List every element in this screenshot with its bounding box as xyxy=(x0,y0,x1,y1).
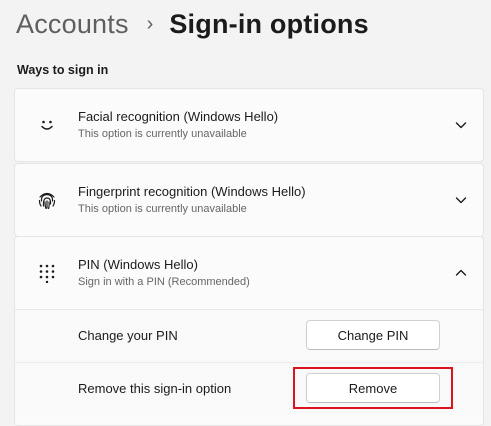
pin-settings-panel: Change your PIN Change PIN Remove this s… xyxy=(15,309,483,415)
sign-in-option-fingerprint-header[interactable]: Fingerprint recognition (Windows Hello) … xyxy=(15,164,483,236)
change-pin-button[interactable]: Change PIN xyxy=(306,320,440,350)
breadcrumb: Accounts › Sign-in options xyxy=(16,4,369,44)
change-pin-label: Change your PIN xyxy=(78,328,178,343)
smiley-face-icon xyxy=(35,113,59,137)
chevron-down-icon[interactable] xyxy=(453,192,469,208)
breadcrumb-parent-accounts[interactable]: Accounts xyxy=(16,9,129,40)
option-subtitle: This option is currently unavailable xyxy=(78,203,247,215)
change-pin-row: Change your PIN Change PIN xyxy=(15,310,483,363)
fingerprint-icon xyxy=(35,188,59,212)
option-title: Fingerprint recognition (Windows Hello) xyxy=(78,184,306,199)
option-title: Facial recognition (Windows Hello) xyxy=(78,109,279,124)
sign-in-option-pin-header[interactable]: PIN (Windows Hello) Sign in with a PIN (… xyxy=(15,237,483,309)
breadcrumb-separator-icon: › xyxy=(146,12,154,35)
pin-keypad-icon xyxy=(35,261,59,285)
remove-pin-label: Remove this sign-in option xyxy=(78,381,232,396)
chevron-down-icon[interactable] xyxy=(453,117,469,133)
remove-pin-row: Remove this sign-in option Remove xyxy=(15,363,483,415)
option-subtitle: This option is currently unavailable xyxy=(78,128,247,140)
section-title: Ways to sign in xyxy=(17,63,109,77)
sign-in-option-facial[interactable]: Facial recognition (Windows Hello) This … xyxy=(14,88,484,162)
sign-in-option-pin[interactable]: PIN (Windows Hello) Sign in with a PIN (… xyxy=(14,236,484,426)
option-title: PIN (Windows Hello) xyxy=(78,257,198,272)
option-subtitle: Sign in with a PIN (Recommended) xyxy=(78,276,250,288)
remove-pin-button[interactable]: Remove xyxy=(306,373,440,403)
chevron-up-icon[interactable] xyxy=(453,265,469,281)
page-title: Sign-in options xyxy=(169,8,369,39)
sign-in-option-facial-header[interactable]: Facial recognition (Windows Hello) This … xyxy=(15,89,483,161)
sign-in-option-fingerprint[interactable]: Fingerprint recognition (Windows Hello) … xyxy=(14,163,484,237)
